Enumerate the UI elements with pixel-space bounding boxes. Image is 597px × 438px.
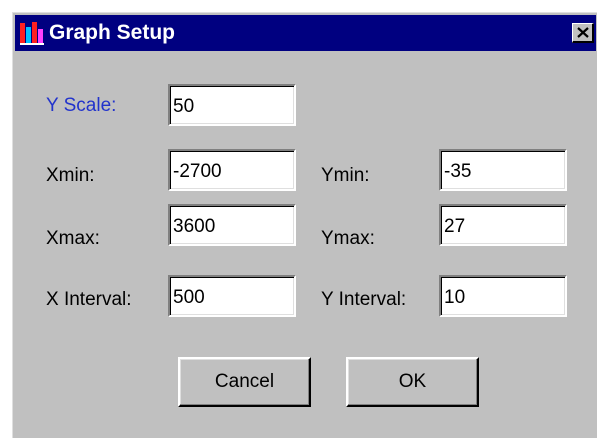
xmin-label: Xmin: — [46, 165, 95, 186]
window-title: Graph Setup — [49, 21, 176, 44]
x-interval-label: X Interval: — [46, 289, 132, 310]
xmin-input[interactable] — [168, 149, 296, 191]
bar-chart-icon — [19, 21, 45, 45]
x-interval-input[interactable] — [168, 275, 296, 317]
ok-button[interactable]: OK — [346, 357, 479, 407]
title-bar[interactable]: Graph Setup — [15, 15, 596, 51]
xmax-label: Xmax: — [46, 228, 100, 249]
y-interval-label: Y Interval: — [321, 289, 407, 310]
graph-setup-dialog: Graph Setup Y Scale: Xmin: Ymin: Xmax: Y… — [12, 12, 597, 438]
y-interval-input[interactable] — [439, 275, 567, 317]
close-icon — [577, 27, 589, 38]
close-button[interactable] — [572, 23, 594, 43]
ymax-input[interactable] — [439, 204, 567, 246]
ymin-label: Ymin: — [321, 165, 370, 186]
cancel-button[interactable]: Cancel — [178, 357, 311, 407]
ymin-input[interactable] — [439, 149, 567, 191]
ymax-label: Ymax: — [321, 228, 375, 249]
y-scale-label: Y Scale: — [46, 95, 117, 116]
y-scale-input[interactable] — [168, 84, 296, 126]
xmax-input[interactable] — [168, 204, 296, 246]
